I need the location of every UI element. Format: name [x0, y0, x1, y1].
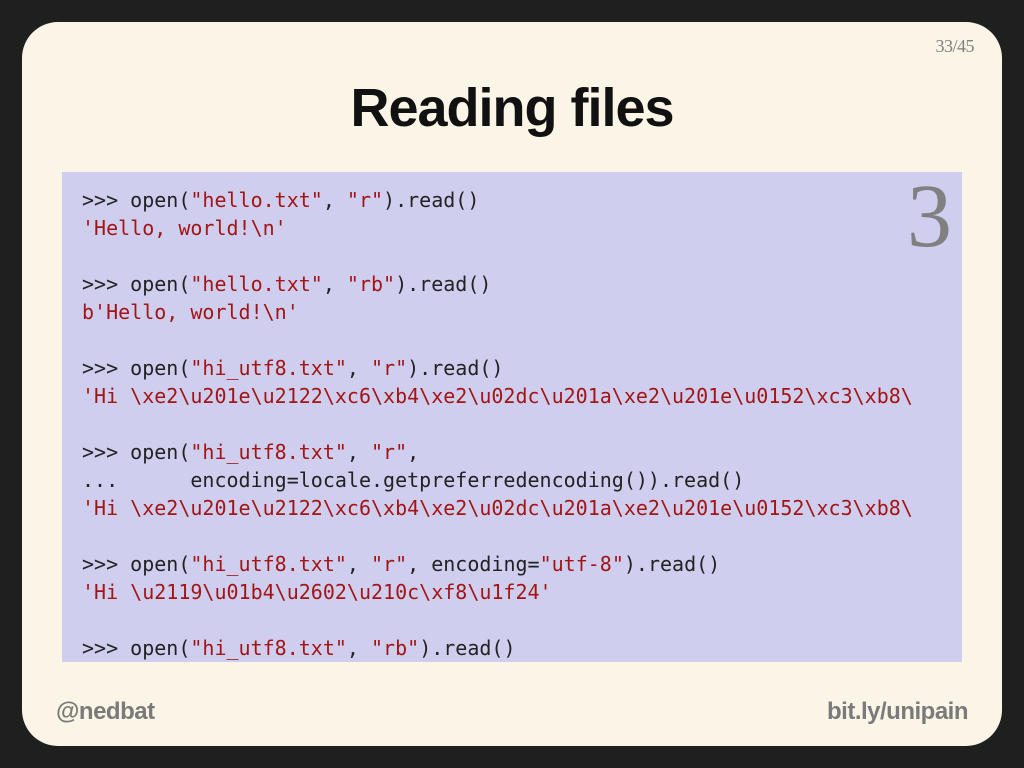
code-text: ).read(): [395, 272, 491, 296]
code-string: "hi_utf8.txt": [190, 552, 347, 576]
code-string: "hi_utf8.txt": [190, 440, 347, 464]
slide-title: Reading files: [22, 77, 1002, 139]
code-string: "r": [371, 356, 407, 380]
code-string: "r": [371, 552, 407, 576]
code-text: ,: [347, 356, 371, 380]
footer-handle: @nedbat: [56, 698, 155, 726]
python-version-badge: 3: [907, 172, 952, 262]
code-text: ).read(): [624, 552, 720, 576]
code-text: ).read(): [419, 636, 515, 660]
code-output: b'Hello, world!\n': [82, 300, 299, 324]
code-text: ,: [407, 440, 419, 464]
code-text: ).read(): [407, 356, 503, 380]
code-text: ... encoding=locale.getpreferredencoding…: [82, 468, 744, 492]
code-text: ,: [347, 440, 371, 464]
code-string: "r": [347, 188, 383, 212]
code-string: "hi_utf8.txt": [190, 636, 347, 660]
code-text: >>> open(: [82, 272, 190, 296]
code-output: 'Hi \xe2\u201e\u2122\xc6\xb4\xe2\u02dc\u…: [82, 496, 913, 520]
code-string: "hello.txt": [190, 188, 322, 212]
slide: 33/45 Reading files 3 >>> open("hello.tx…: [22, 22, 1002, 746]
code-text: ,: [323, 272, 347, 296]
footer-link: bit.ly/unipain: [827, 698, 968, 726]
code-block: >>> open("hello.txt", "r").read() 'Hello…: [62, 172, 962, 662]
code-output: 'Hello, world!\n': [82, 216, 287, 240]
code-string: "hello.txt": [190, 272, 322, 296]
code-text: >>> open(: [82, 636, 190, 660]
code-string: "hi_utf8.txt": [190, 356, 347, 380]
code-text: ).read(): [383, 188, 479, 212]
code-text: ,: [347, 552, 371, 576]
code-string: "utf-8": [540, 552, 624, 576]
code-text: >>> open(: [82, 356, 190, 380]
code-output: 'Hi \u2119\u01b4\u2602\u210c\xf8\u1f24': [82, 580, 552, 604]
code-text: ,: [323, 188, 347, 212]
code-text: >>> open(: [82, 188, 190, 212]
code-text: , encoding=: [407, 552, 539, 576]
code-string: "rb": [371, 636, 419, 660]
code-text: >>> open(: [82, 552, 190, 576]
code-text: >>> open(: [82, 440, 190, 464]
code-string: "r": [371, 440, 407, 464]
page-counter: 33/45: [935, 36, 974, 57]
code-string: "rb": [347, 272, 395, 296]
code-text: ,: [347, 636, 371, 660]
code-output: 'Hi \xe2\u201e\u2122\xc6\xb4\xe2\u02dc\u…: [82, 384, 913, 408]
